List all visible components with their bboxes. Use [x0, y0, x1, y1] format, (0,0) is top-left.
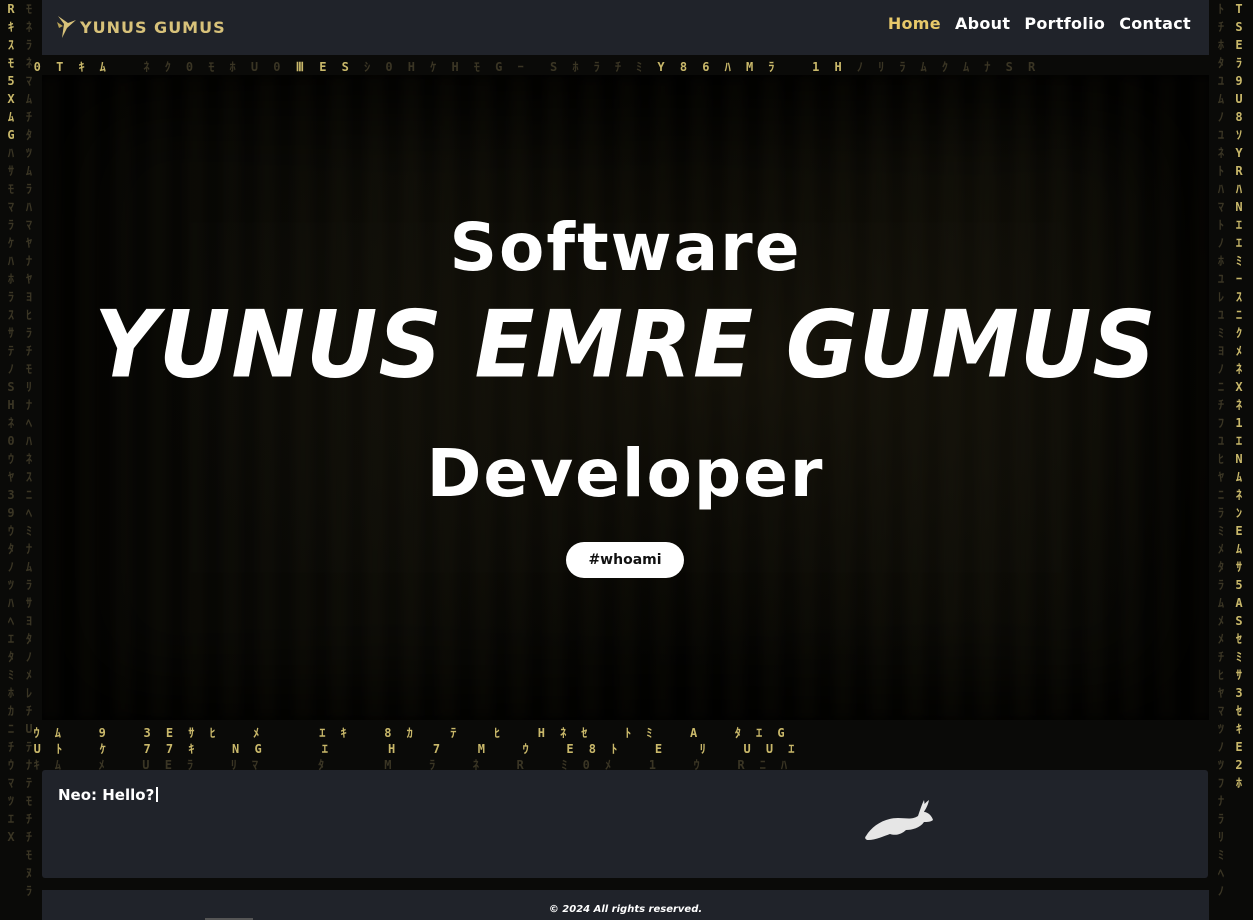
terminal-cursor	[156, 787, 159, 802]
matrix-row-bottom-2: U ﾄ ｹ 7 7 ｷ N G ｴ H 7 M ｳ E 8 ﾄ E ﾘ U U …	[0, 742, 799, 756]
matrix-column-left-1: R ｷ ｽ ﾓ 5 X ﾑ G ﾊ ｻ ﾓ ﾏ ﾗ ｹ ﾊ ﾎ ﾗ ｽ ｻ ﾃ …	[7, 2, 15, 844]
hero-title-name: Yunus Emre Gumus	[94, 290, 1157, 399]
site-logo[interactable]: YUNUS GUMUS	[56, 11, 226, 43]
matrix-row-bottom-1: ｳ ﾑ 9 3 E ｻ ﾋ ﾒ ｴ ｷ 8 ｶ ﾃ ﾋ H ﾈ ｾ ﾄ ﾐ A …	[0, 726, 789, 740]
hero-title-developer: Developer	[426, 435, 825, 512]
matrix-row-top: 0 T ｷ ﾑ ﾈ ｸ 0 ﾓ ﾎ U 0 Ⅲ E S ｼ 0 H ｹ H ﾓ …	[0, 60, 1040, 74]
nav-home-link[interactable]: Home	[888, 14, 941, 33]
main-nav: Home About Portfolio Contact	[888, 14, 1191, 33]
nav-contact-link[interactable]: Contact	[1119, 14, 1191, 33]
hero-section: Software Yunus Emre Gumus Developer #who…	[42, 75, 1209, 720]
nav-about-link[interactable]: About	[955, 14, 1010, 33]
matrix-column-right-2: T S E ﾗ 9 U 8 ｿ Y R ﾊ N ｴ ｴ ﾐ ｰ ｽ ﾆ ｸ ﾒ …	[1235, 2, 1243, 790]
site-footer: © 2024 All rights reserved.	[42, 890, 1209, 920]
nav-portfolio-link[interactable]: Portfolio	[1024, 14, 1105, 33]
rabbit-icon[interactable]	[862, 796, 936, 842]
terminal-line: Neo: Hello?	[58, 786, 159, 804]
logo-emblem-icon	[57, 16, 76, 38]
hero-title-software: Software	[449, 209, 802, 286]
terminal-text: Neo: Hello?	[58, 786, 155, 804]
copyright-text: © 2024 All rights reserved.	[548, 904, 703, 915]
logo-text: YUNUS GUMUS	[80, 17, 226, 37]
whoami-button[interactable]: #whoami	[566, 542, 684, 578]
top-navbar: YUNUS GUMUS Home About Portfolio Contact	[42, 0, 1209, 55]
neo-terminal: Neo: Hello?	[42, 770, 1208, 878]
